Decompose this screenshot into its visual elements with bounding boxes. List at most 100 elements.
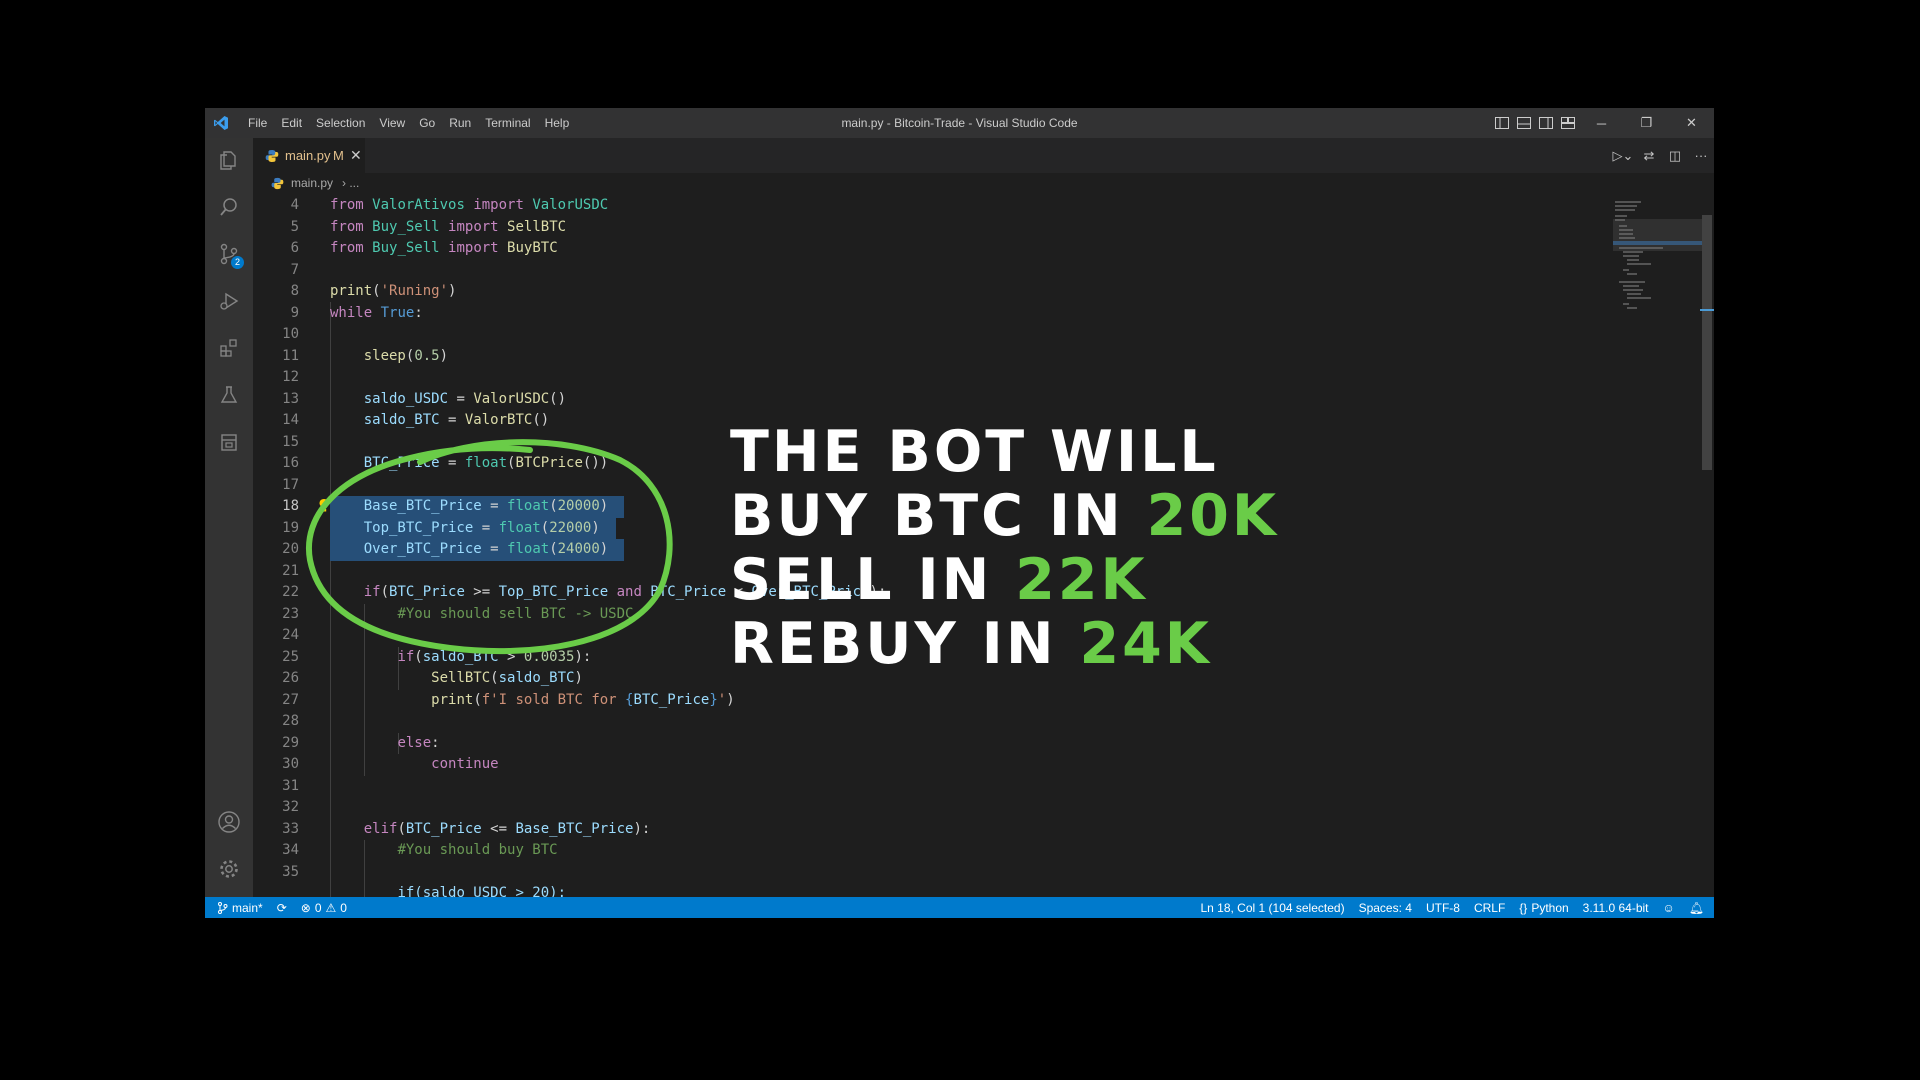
minimap[interactable] [1613,195,1713,897]
account-icon[interactable] [205,802,253,842]
menu-selection[interactable]: Selection [309,108,372,138]
vertical-scrollbar[interactable] [1700,195,1714,897]
line-number: 22 [282,584,299,600]
python-interpreter[interactable]: 3.11.0 64-bit [1583,901,1649,915]
git-branch-icon [218,901,228,914]
tab-modified-indicator: M [333,148,344,163]
code-line: 28 [253,711,1613,733]
line-number: 32 [282,799,299,815]
caption-overlay: THE BOT WILL BUY BTC IN 20K SELL IN 22K … [730,420,1279,676]
code-line: 13 saldo_USDC = ValorUSDC() [253,389,1613,411]
menu-file[interactable]: File [241,108,274,138]
code-line: 31 [253,776,1613,798]
scrollbar-thumb[interactable] [1702,215,1712,470]
open-changes-icon[interactable]: ⇄ [1636,138,1662,173]
breadcrumb-rest: ... [349,176,360,190]
toggle-secondary-sidebar-icon[interactable] [1535,108,1557,138]
editor-tab-bar: main.py M ✕ ▷⌄ ⇄ ◫ ··· [253,138,1714,173]
code-line: 8 print('Runing') [253,281,1613,303]
line-number: 12 [282,369,299,385]
caption-line-4: REBUY IN 24K [730,611,1212,677]
line-number: 16 [282,455,299,471]
line-number: 4 [290,197,299,213]
menu-bar: File Edit Selection View Go Run Terminal… [241,108,576,138]
code-line: 11 sleep(0.5) [253,346,1613,368]
toggle-panel-icon[interactable] [1513,108,1535,138]
activity-bar: 2 [205,138,253,897]
tab-main-py[interactable]: main.py M ✕ [253,138,365,173]
line-number: 14 [282,412,299,428]
code-line: 12 [253,367,1613,389]
run-debug-icon[interactable] [205,281,253,321]
code-line: 32 [253,797,1613,819]
tab-close-icon[interactable]: ✕ [350,147,362,164]
menu-view[interactable]: View [372,108,412,138]
branch-status[interactable]: main* [217,901,263,915]
code-line: 7 [253,260,1613,282]
source-control-badge: 2 [231,256,244,269]
braces-icon: {} [1519,900,1528,915]
caption-line-2: BUY BTC IN 20K [730,483,1280,549]
tab-label: main.py [285,148,331,163]
line-number: 29 [282,734,299,751]
cursor-position[interactable]: Ln 18, Col 1 (104 selected) [1200,901,1344,915]
green-circle-annotation [305,439,673,655]
encoding-status[interactable]: UTF-8 [1426,901,1460,915]
toggle-sidebar-icon[interactable] [1491,108,1513,138]
line-number: 13 [282,390,299,407]
eol-status[interactable]: CRLF [1474,901,1505,915]
title-bar: File Edit Selection View Go Run Terminal… [205,108,1714,138]
menu-help[interactable]: Help [538,108,577,138]
caption-line-3: SELL IN 22K [730,547,1148,613]
menu-go[interactable]: Go [412,108,442,138]
menu-terminal[interactable]: Terminal [478,108,537,138]
code-line-partial: if(saldo_USDC > 20): [397,885,567,897]
customize-layout-icon[interactable] [1557,108,1579,138]
line-number: 25 [282,648,299,665]
problems-status[interactable]: ⊗ 0 ⚠ 0 [301,901,347,915]
line-number: 33 [282,820,299,837]
testing-icon[interactable] [205,375,253,415]
menu-edit[interactable]: Edit [274,108,309,138]
minimize-icon[interactable]: ─ [1579,108,1624,138]
extensions-icon[interactable] [205,328,253,368]
remote-explorer-icon[interactable] [205,422,253,462]
run-python-file-icon[interactable]: ▷⌄ [1610,138,1636,173]
line-number: 27 [282,691,299,708]
search-icon[interactable] [205,187,253,227]
code-line: 35 [253,862,1613,884]
source-control-icon[interactable]: 2 [205,234,253,274]
code-line: 29 else: [253,733,1613,755]
line-number: 6 [290,240,299,256]
more-actions-icon[interactable]: ··· [1688,138,1714,173]
line-number: 31 [282,777,299,794]
line-number: 8 [290,283,299,299]
language-mode[interactable]: {} Python [1519,901,1568,915]
caption-line-1: THE BOT WILL [730,419,1219,485]
editor-actions: ▷⌄ ⇄ ◫ ··· [1610,138,1714,173]
code-line: 30 continue [253,754,1613,776]
code-line: 4 from ValorAtivos import ValorUSDC [253,195,1613,217]
python-file-icon [271,177,284,190]
split-editor-icon[interactable]: ◫ [1662,138,1688,173]
line-number: 28 [282,713,299,729]
indentation-status[interactable]: Spaces: 4 [1359,901,1412,915]
breadcrumb-symbols[interactable]: › ... [342,176,359,190]
line-number: 26 [282,670,299,686]
menu-run[interactable]: Run [442,108,478,138]
code-line: 9 while True: [253,303,1613,325]
feedback-icon[interactable]: ☺ [1663,901,1675,915]
restore-icon[interactable]: ❐ [1624,108,1669,138]
explorer-icon[interactable] [205,140,253,180]
line-number: 10 [282,326,299,342]
line-number: 9 [290,304,299,321]
code-line: 10 [253,324,1613,346]
settings-gear-icon[interactable] [205,849,253,889]
line-number: 15 [282,433,299,450]
breadcrumb-file[interactable]: main.py [291,176,333,190]
line-number: 19 [282,519,299,536]
line-number: 18 [282,498,299,514]
sync-icon[interactable]: ⟳ [277,901,287,915]
close-window-icon[interactable]: ✕ [1669,108,1714,138]
notifications-bell-icon[interactable]: 🔔︎ [1689,901,1704,915]
